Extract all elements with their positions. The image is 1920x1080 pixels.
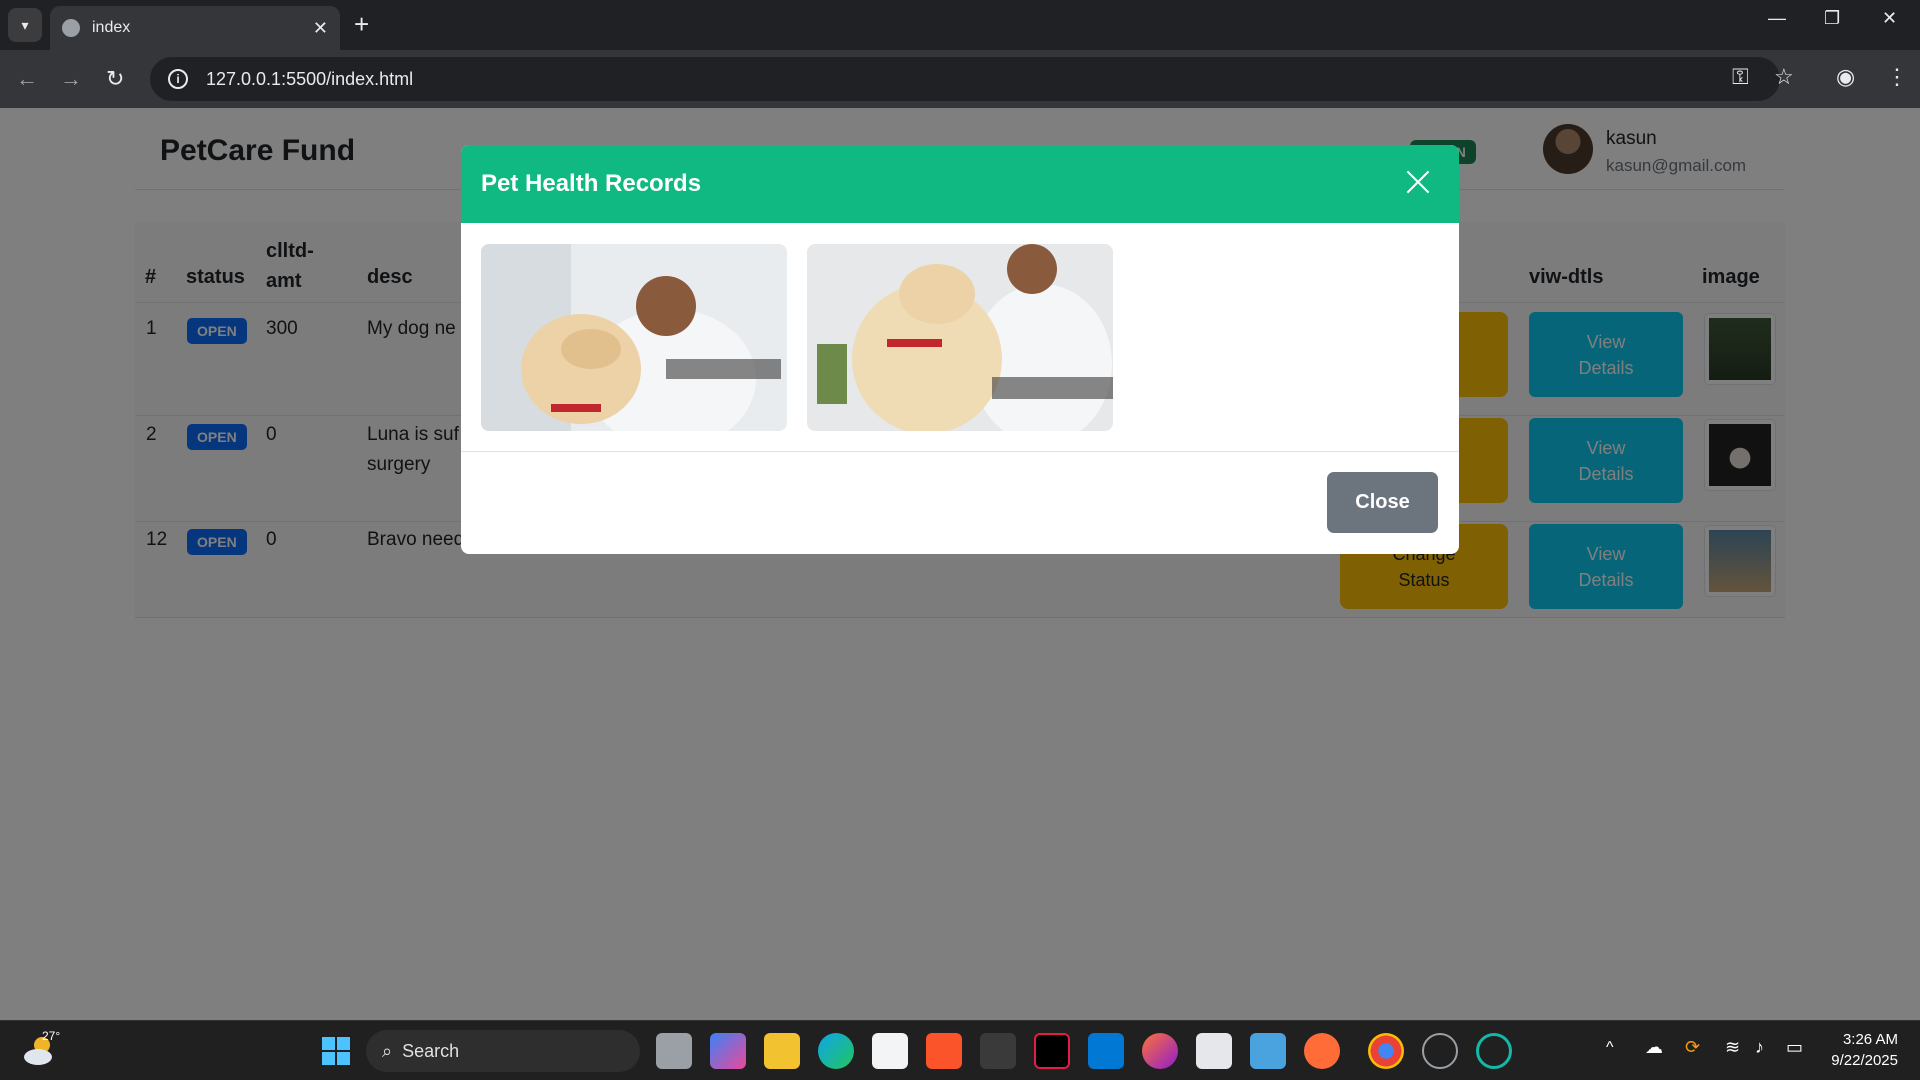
wifi-icon[interactable]: ≋: [1725, 1037, 1740, 1058]
menu-kebab-icon[interactable]: ⋮: [1886, 64, 1908, 90]
vet-dog-photo-1: [481, 244, 787, 431]
sync-icon[interactable]: ⟳: [1685, 1037, 1700, 1058]
profile-icon[interactable]: ◉: [1836, 64, 1855, 90]
tab-search-button[interactable]: ▾: [8, 8, 42, 42]
vscode-icon[interactable]: [1088, 1033, 1124, 1069]
restore-icon[interactable]: ❐: [1824, 8, 1840, 29]
close-icon[interactable]: [1403, 167, 1433, 197]
minimize-icon[interactable]: —: [1768, 8, 1786, 29]
start-icon[interactable]: [318, 1033, 354, 1069]
notepad-icon[interactable]: [1250, 1033, 1286, 1069]
reload-icon[interactable]: ↻: [106, 66, 124, 92]
copilot-icon[interactable]: [710, 1033, 746, 1069]
taskbar-search[interactable]: ⌕ Search: [366, 1030, 640, 1072]
volume-icon[interactable]: ♪: [1755, 1037, 1764, 1058]
url-text: 127.0.0.1:5500/index.html: [206, 68, 414, 89]
modal-header: Pet Health Records: [461, 145, 1459, 223]
weather-temperature: 27°: [42, 1029, 61, 1043]
app-icon[interactable]: [1476, 1033, 1512, 1069]
obs-icon[interactable]: [1422, 1033, 1458, 1069]
globe-icon: [62, 19, 80, 37]
terminal-icon[interactable]: [980, 1033, 1016, 1069]
browser-tab-bar: ▾ index ✕ + — ❐ ✕: [0, 0, 1920, 50]
back-icon[interactable]: ←: [16, 66, 38, 92]
chevron-up-icon[interactable]: ^: [1606, 1039, 1614, 1057]
snipping-tool-icon[interactable]: [1196, 1033, 1232, 1069]
password-key-icon[interactable]: ⚿: [1732, 64, 1749, 90]
clock-time: 3:26 AM: [1842, 1031, 1898, 1048]
modal-title: Pet Health Records: [481, 170, 702, 197]
search-placeholder: Search: [402, 1040, 460, 1061]
file-explorer-icon[interactable]: [764, 1033, 800, 1069]
close-button[interactable]: Close: [1327, 472, 1438, 533]
task-view-icon[interactable]: [656, 1033, 692, 1069]
postman-icon[interactable]: [1304, 1033, 1340, 1069]
vet-dog-photo-2: [807, 244, 1113, 431]
cloud-offline-icon[interactable]: ☁: [1645, 1037, 1663, 1058]
clock[interactable]: 3:26 AM 9/22/2025: [1831, 1029, 1898, 1071]
clock-date: 9/22/2025: [1831, 1052, 1898, 1069]
edge-icon[interactable]: [818, 1033, 854, 1069]
firefox-icon[interactable]: [1142, 1033, 1178, 1069]
modal-footer-divider: [461, 451, 1459, 452]
store-icon[interactable]: [872, 1033, 908, 1069]
browser-toolbar: ← → ↻ i 127.0.0.1:5500/index.html ⚿ ☆ ◉ …: [0, 50, 1920, 108]
bookmark-star-icon[interactable]: ☆: [1774, 64, 1794, 90]
health-record-image[interactable]: [807, 244, 1113, 431]
pet-health-records-modal: Pet Health Records Close: [461, 145, 1459, 554]
forward-icon[interactable]: →: [60, 66, 82, 92]
intellij-icon[interactable]: [1034, 1033, 1070, 1069]
windows-taskbar: 27° ⌕ Search ^ ☁ ⟳ ≋ ♪ ▭ 3:26 AM 9/22/20…: [0, 1020, 1920, 1080]
chrome-icon[interactable]: [1368, 1033, 1404, 1069]
address-bar[interactable]: i 127.0.0.1:5500/index.html: [150, 57, 1780, 101]
new-tab-button[interactable]: +: [354, 10, 369, 38]
close-window-icon[interactable]: ✕: [1882, 8, 1897, 29]
health-record-image[interactable]: [481, 244, 787, 431]
brave-icon[interactable]: [926, 1033, 962, 1069]
battery-icon[interactable]: ▭: [1786, 1037, 1803, 1058]
tab-title: index: [92, 19, 131, 36]
site-info-icon[interactable]: i: [168, 69, 188, 89]
close-tab-icon[interactable]: ✕: [313, 18, 328, 39]
search-icon: ⌕: [382, 1040, 393, 1061]
browser-tab[interactable]: index ✕: [50, 6, 340, 50]
